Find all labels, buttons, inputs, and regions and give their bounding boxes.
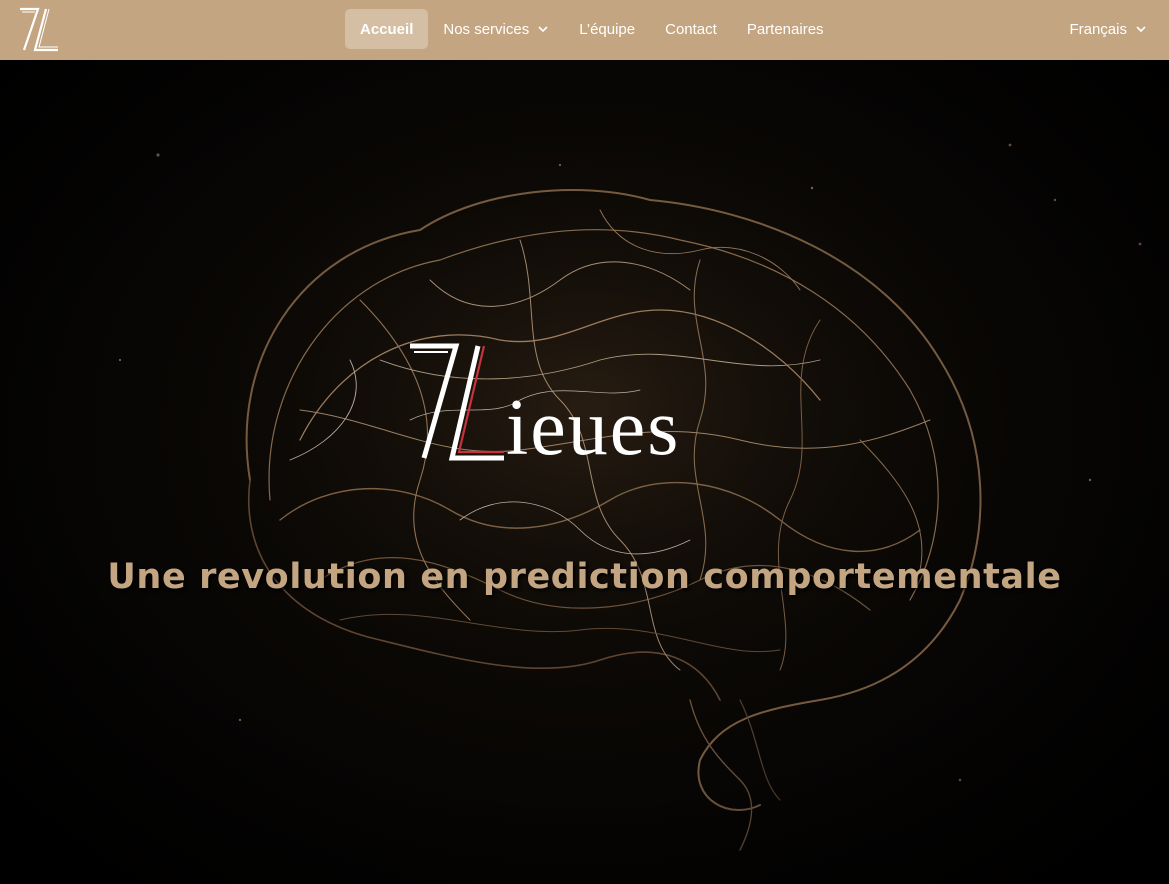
nav-item-equipe[interactable]: L’équipe xyxy=(564,9,650,49)
brand-wordmark-letters: ieues xyxy=(506,384,680,465)
nav-label: Nos services xyxy=(443,20,530,38)
site-logo-icon[interactable] xyxy=(18,6,60,52)
brand-logo: ieues xyxy=(410,343,680,465)
brain-background-image xyxy=(0,60,1169,884)
nav-item-partenaires[interactable]: Partenaires xyxy=(732,9,839,49)
main-nav: Accueil Nos services L’équipe Contact Pa… xyxy=(345,9,839,49)
nav-item-contact[interactable]: Contact xyxy=(650,9,732,49)
top-navigation-bar: Accueil Nos services L’équipe Contact Pa… xyxy=(0,0,1169,60)
chevron-down-icon xyxy=(1136,26,1146,33)
hero-tagline: Une revolution en prediction comportemen… xyxy=(107,557,1062,597)
nav-item-accueil[interactable]: Accueil xyxy=(345,9,429,49)
language-selector[interactable]: Français xyxy=(1069,9,1147,49)
nav-item-nos-services[interactable]: Nos services xyxy=(428,9,564,49)
chevron-down-icon xyxy=(538,26,548,33)
nav-label: Contact xyxy=(665,20,717,38)
hero-section: ieues Une revolution en prediction compo… xyxy=(0,60,1169,884)
nav-label: L’équipe xyxy=(579,20,636,38)
nav-label: Accueil xyxy=(360,20,414,38)
language-label: Français xyxy=(1069,20,1127,38)
nav-label: Partenaires xyxy=(746,20,824,38)
